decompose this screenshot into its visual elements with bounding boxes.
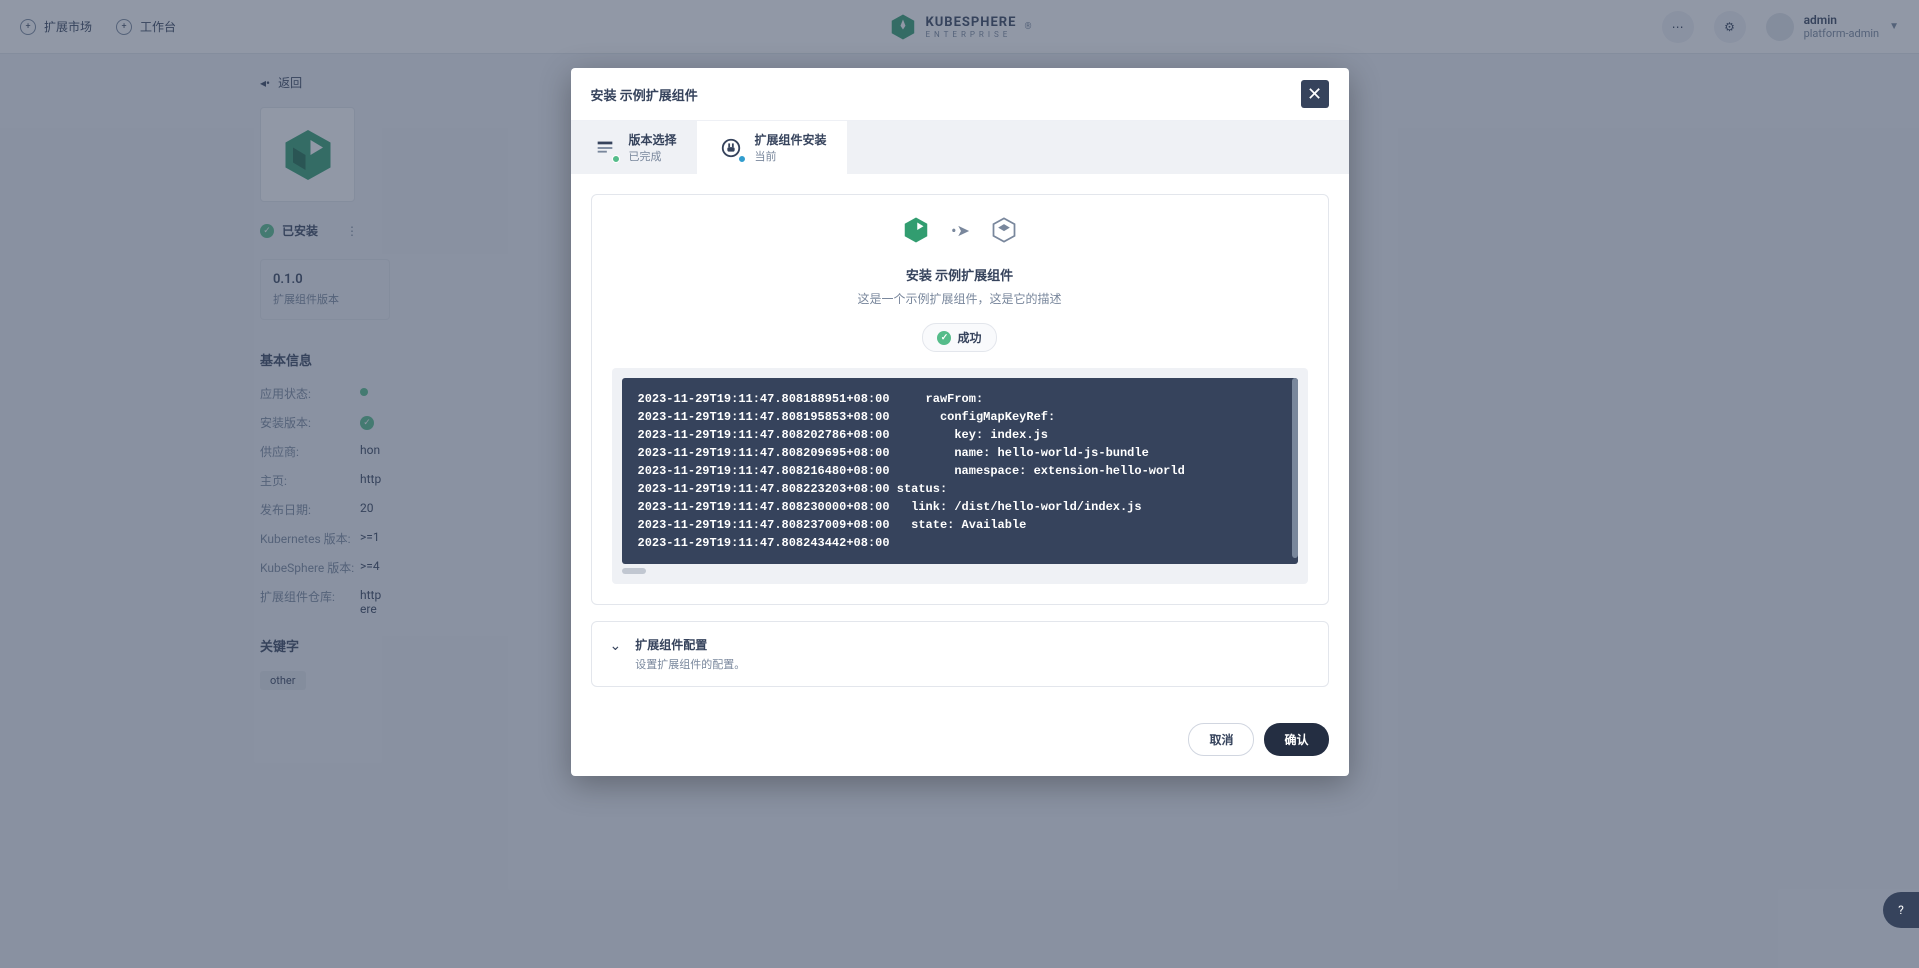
target-icon [990,216,1018,244]
scrollbar-thumb[interactable] [622,568,646,574]
modal-header: 安装 示例扩展组件 ✕ [571,68,1349,121]
config-desc: 设置扩展组件的配置。 [635,656,745,672]
step-title: 扩展组件安装 [755,131,827,148]
success-badge: ✓ 成功 [612,323,1308,352]
plug-icon [717,134,745,162]
success-label: 成功 [957,329,981,346]
check-icon: ✓ [937,331,951,345]
chevron-down-icon: ⌄ [610,638,622,654]
install-modal: 安装 示例扩展组件 ✕ 版本选择 已完成 扩展组件安 [571,68,1349,776]
log-line: 2023-11-29T19:11:47.808202786+08:00 key:… [638,426,1282,444]
list-icon [591,134,619,162]
config-section[interactable]: ⌄ 扩展组件配置 设置扩展组件的配置。 [591,621,1329,687]
log-line: 2023-11-29T19:11:47.808243442+08:00 [638,534,1282,552]
log-line: 2023-11-29T19:11:47.808195853+08:00 conf… [638,408,1282,426]
log-line: 2023-11-29T19:11:47.808188951+08:00 rawF… [638,390,1282,408]
log-line: 2023-11-29T19:11:47.808209695+08:00 name… [638,444,1282,462]
install-card-title: 安装 示例扩展组件 [612,265,1308,284]
source-icon [901,215,931,245]
help-button[interactable]: ? [1883,892,1919,928]
log-output[interactable]: 2023-11-29T19:11:47.808188951+08:00 rawF… [622,378,1298,564]
cancel-button[interactable]: 取消 [1188,723,1254,756]
step-sub: 当前 [755,148,827,164]
confirm-button[interactable]: 确认 [1264,723,1328,756]
log-line: 2023-11-29T19:11:47.808237009+08:00 stat… [638,516,1282,534]
log-container: 2023-11-29T19:11:47.808188951+08:00 rawF… [612,368,1308,584]
install-visual: •➤ [612,215,1308,245]
modal-overlay: 安装 示例扩展组件 ✕ 版本选择 已完成 扩展组件安 [0,0,1919,968]
arrow-right-icon: •➤ [951,221,970,240]
install-card: •➤ 安装 示例扩展组件 这是一个示例扩展组件，这是它的描述 ✓ 成功 2023… [591,194,1329,605]
close-button[interactable]: ✕ [1301,80,1329,108]
modal-title: 安装 示例扩展组件 [591,85,698,104]
config-title: 扩展组件配置 [635,636,745,653]
close-icon: ✕ [1307,84,1322,105]
step-tabs: 版本选择 已完成 扩展组件安装 当前 [571,121,1349,174]
step-install[interactable]: 扩展组件安装 当前 [697,121,847,174]
modal-footer: 取消 确认 [571,707,1349,776]
step-title: 版本选择 [629,131,677,148]
log-line: 2023-11-29T19:11:47.808230000+08:00 link… [638,498,1282,516]
log-line: 2023-11-29T19:11:47.808216480+08:00 name… [638,462,1282,480]
step-sub: 已完成 [629,148,677,164]
modal-body: •➤ 安装 示例扩展组件 这是一个示例扩展组件，这是它的描述 ✓ 成功 2023… [571,174,1349,707]
step-version-select[interactable]: 版本选择 已完成 [571,121,697,174]
log-line: 2023-11-29T19:11:47.808223203+08:00 stat… [638,480,1282,498]
help-icon: ? [1898,903,1904,917]
install-card-desc: 这是一个示例扩展组件，这是它的描述 [612,290,1308,307]
